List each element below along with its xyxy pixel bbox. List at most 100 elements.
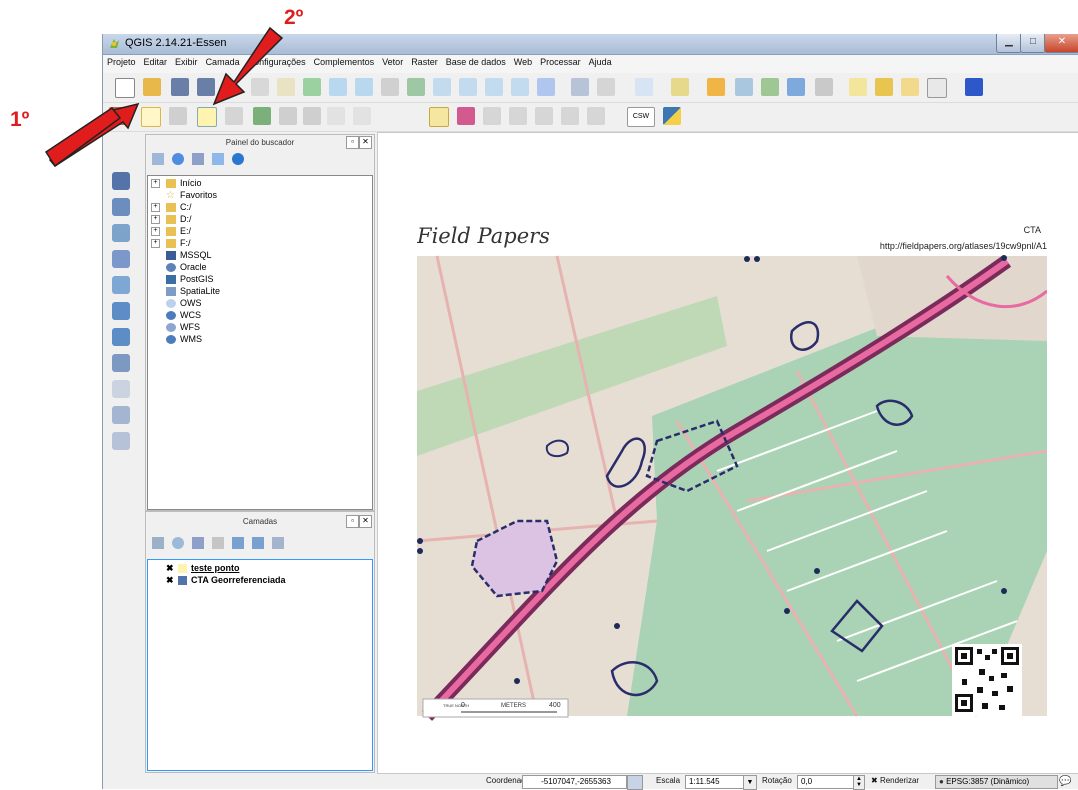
collapse-all-layers-icon[interactable]	[252, 537, 264, 549]
zoom-last-icon[interactable]	[485, 78, 503, 96]
tree-item-mssql[interactable]: MSSQL	[166, 249, 212, 261]
refresh-icon[interactable]	[537, 78, 555, 96]
open-project-icon[interactable]	[143, 78, 161, 96]
layer-visibility-checkbox[interactable]: ✖	[166, 576, 174, 585]
new-shapefile-icon[interactable]	[112, 432, 130, 450]
add-spatialite-icon[interactable]	[112, 224, 130, 242]
expand-d[interactable]: +	[151, 215, 160, 224]
zoom-layer-icon[interactable]	[459, 78, 477, 96]
add-raster-icon[interactable]	[112, 172, 130, 190]
minimize-button[interactable]: ▁	[996, 34, 1022, 53]
menu-web[interactable]: Web	[510, 55, 536, 69]
menu-base-de-dados[interactable]: Base de dados	[442, 55, 510, 69]
tree-item-oracle[interactable]: Oracle	[166, 261, 207, 273]
add-virtual-layer-icon[interactable]	[112, 406, 130, 424]
maximize-button[interactable]: □	[1020, 34, 1046, 53]
attribute-table-icon[interactable]	[735, 78, 753, 96]
rotation-spinner-icon[interactable]: ▲ ▼	[853, 775, 865, 790]
manage-visibility-icon[interactable]	[172, 537, 184, 549]
label-pin-icon[interactable]	[457, 107, 475, 125]
zoom-in-icon[interactable]	[329, 78, 347, 96]
add-postgis-icon[interactable]	[112, 198, 130, 216]
properties-info-icon[interactable]	[232, 153, 244, 165]
save-project-icon[interactable]	[171, 78, 189, 96]
text-annotation-icon[interactable]	[927, 78, 947, 98]
refresh-browser-icon[interactable]	[172, 153, 184, 165]
add-delimited-text-icon[interactable]	[112, 380, 130, 398]
measure-icon[interactable]	[815, 78, 833, 96]
add-mssql-icon[interactable]	[112, 250, 130, 268]
statistics-sum-icon[interactable]	[787, 78, 805, 96]
expand-inicio[interactable]: +	[151, 179, 160, 188]
tree-item-favoritos[interactable]: ☆ Favoritos	[166, 189, 217, 201]
expand-all-icon[interactable]	[232, 537, 244, 549]
filter-expression-icon[interactable]	[212, 537, 224, 549]
label-rotate-icon[interactable]	[535, 107, 553, 125]
add-wfs-icon[interactable]	[112, 354, 130, 372]
filter-browser-icon[interactable]	[192, 153, 204, 165]
zoom-native-icon[interactable]	[381, 78, 399, 96]
tree-item-wfs[interactable]: WFS	[166, 321, 200, 333]
close-panel-icon[interactable]: ✕	[359, 515, 372, 528]
mouse-coordinates-icon[interactable]	[627, 775, 643, 790]
toggle-editing-icon[interactable]	[141, 107, 161, 127]
action-icon[interactable]	[597, 78, 615, 96]
add-feature-icon[interactable]	[197, 107, 217, 127]
tree-item-wcs[interactable]: WCS	[166, 309, 201, 321]
pan-to-selection-icon[interactable]	[251, 78, 269, 96]
menu-processar[interactable]: Processar	[536, 55, 585, 69]
tree-item-e[interactable]: E:/	[166, 225, 191, 237]
python-console-icon[interactable]	[663, 107, 681, 125]
tree-item-postgis[interactable]: PostGIS	[166, 273, 214, 285]
current-edits-icon[interactable]	[109, 107, 127, 125]
delete-selected-icon[interactable]	[279, 107, 297, 125]
tree-item-ows[interactable]: OWS	[166, 297, 202, 309]
menu-complementos[interactable]: Complementos	[310, 55, 379, 69]
cut-features-icon[interactable]	[303, 107, 321, 125]
menu-vetor[interactable]: Vetor	[378, 55, 407, 69]
tree-item-spatialite[interactable]: SpatiaLite	[166, 285, 220, 297]
scale-dropdown-icon[interactable]: ▼	[743, 775, 757, 790]
tree-item-wms[interactable]: WMS	[166, 333, 202, 345]
zoom-selection-icon[interactable]	[433, 78, 451, 96]
menu-raster[interactable]: Raster	[407, 55, 442, 69]
save-as-icon[interactable]	[197, 78, 215, 96]
deselect-icon[interactable]	[707, 78, 725, 96]
menu-exibir[interactable]: Exibir	[171, 55, 202, 69]
add-oracle-icon[interactable]	[112, 276, 130, 294]
zoom-next-icon[interactable]	[511, 78, 529, 96]
collapse-all-icon[interactable]	[212, 153, 224, 165]
map-canvas[interactable]: Field Papers CTA http://fieldpapers.org/…	[377, 132, 1078, 774]
label-abc-icon[interactable]	[429, 107, 449, 127]
menu-projeto[interactable]: Projeto	[103, 55, 140, 69]
menu-camada[interactable]: Camada	[202, 55, 244, 69]
menu-editar[interactable]: Editar	[140, 55, 172, 69]
new-project-icon[interactable]	[115, 78, 135, 98]
render-checkbox[interactable]: ✖ Renderizar	[871, 776, 919, 785]
pan-hand-icon[interactable]	[277, 78, 295, 96]
zoom-full-icon[interactable]	[407, 78, 425, 96]
tree-item-d[interactable]: D:/	[166, 213, 192, 225]
menu-configuracoes[interactable]: Configurações	[244, 55, 310, 69]
identify-icon[interactable]	[571, 78, 589, 96]
csw-button[interactable]: CSW	[627, 107, 655, 127]
layer-row-cta-georreferenciada[interactable]: ✖ CTA Georreferenciada	[166, 574, 286, 586]
label-properties-icon[interactable]	[587, 107, 605, 125]
label-change-icon[interactable]	[561, 107, 579, 125]
add-selected-icon[interactable]	[152, 153, 164, 165]
zoom-out-icon[interactable]	[355, 78, 373, 96]
select-expression-icon[interactable]	[671, 78, 689, 96]
show-bookmarks-icon[interactable]	[901, 78, 919, 96]
tree-item-f[interactable]: F:/	[166, 237, 191, 249]
node-tool-icon[interactable]	[253, 107, 271, 125]
tree-item-c[interactable]: C:/	[166, 201, 192, 213]
new-bookmark-icon[interactable]	[875, 78, 893, 96]
paste-features-icon[interactable]	[353, 107, 371, 125]
open-layer-styling-icon[interactable]	[152, 537, 164, 549]
float-panel-icon[interactable]: ▫	[346, 515, 359, 528]
menu-ajuda[interactable]: Ajuda	[585, 55, 616, 69]
copy-features-icon[interactable]	[327, 107, 345, 125]
remove-layer-icon[interactable]	[272, 537, 284, 549]
field-calculator-icon[interactable]	[761, 78, 779, 96]
pan-map-icon[interactable]	[303, 78, 321, 96]
